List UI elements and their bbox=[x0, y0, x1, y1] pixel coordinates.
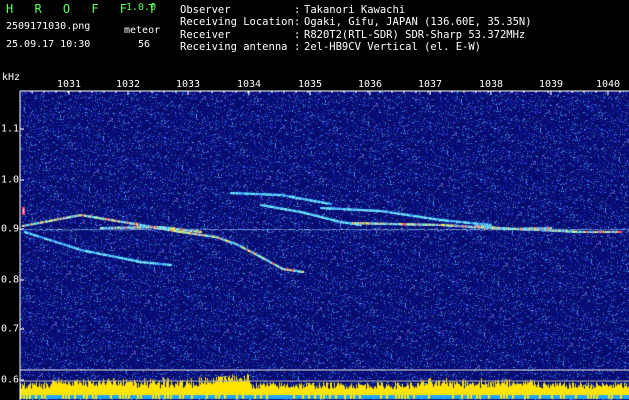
plot-frame bbox=[19, 90, 629, 400]
